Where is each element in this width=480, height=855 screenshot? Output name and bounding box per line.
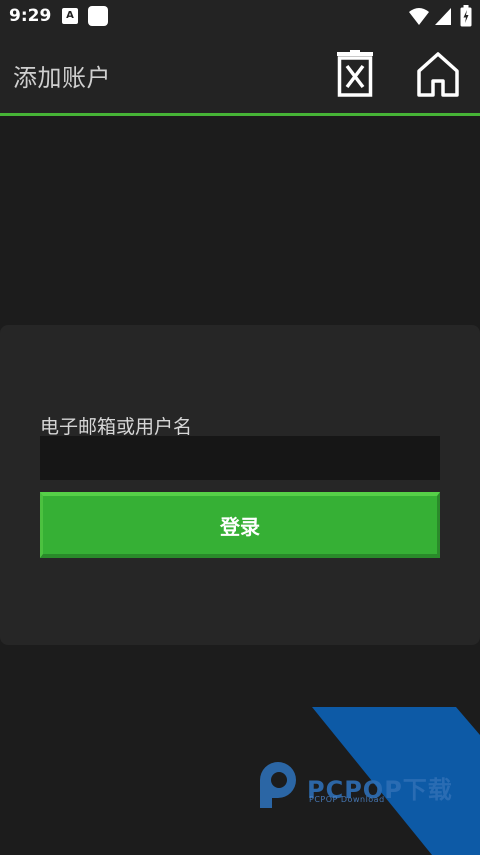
screen: 9:29 A 添加账户 电子邮箱或用户名 登录 PCPOP下载 PCPOP Do…: [0, 0, 480, 855]
watermark-logo-icon: [260, 762, 296, 808]
watermark-subtitle: PCPOP Download: [309, 795, 385, 804]
watermark-stripe: [312, 707, 480, 855]
